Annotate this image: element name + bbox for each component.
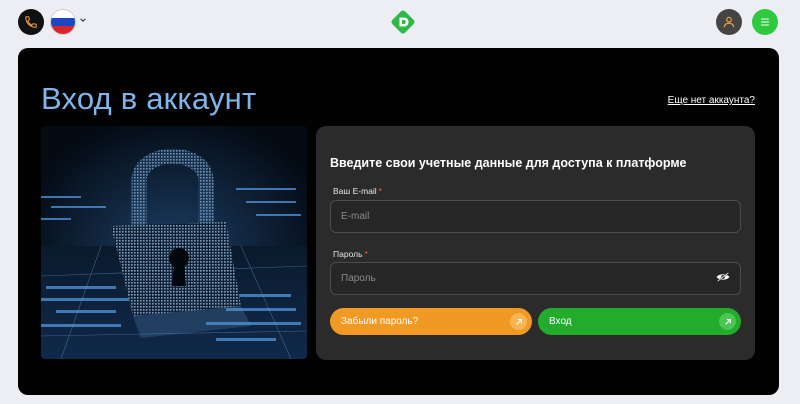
required-marker: *: [378, 186, 382, 196]
forgot-password-button[interactable]: Забыли пароль?: [330, 308, 532, 335]
top-bar: [0, 0, 800, 44]
security-lock-image: [41, 126, 307, 359]
flag-ru-icon: [51, 10, 75, 34]
arrow-up-right-icon: [510, 313, 527, 330]
form-heading: Введите свои учетные данные для доступа …: [330, 156, 687, 170]
user-button[interactable]: [716, 9, 742, 35]
user-icon: [723, 16, 735, 28]
menu-button[interactable]: [752, 9, 778, 35]
d-logo-icon[interactable]: [390, 9, 416, 35]
email-input[interactable]: [330, 200, 741, 233]
required-marker: *: [364, 249, 368, 259]
email-label: Ваш E-mail *: [333, 186, 382, 196]
arrow-up-right-icon: [719, 313, 736, 330]
login-form: Введите свои учетные данные для доступа …: [316, 126, 755, 360]
menu-icon: [760, 18, 770, 26]
password-label: Пароль *: [333, 249, 368, 259]
forgot-password-label: Забыли пароль?: [341, 316, 419, 327]
signup-link[interactable]: Еще нет аккаунта?: [668, 95, 755, 106]
login-card: Вход в аккаунт Еще нет аккаунта? Введите…: [18, 48, 779, 395]
eye-hidden-icon[interactable]: [716, 272, 730, 282]
phone-icon: [25, 16, 37, 28]
login-button[interactable]: Вход: [538, 308, 741, 335]
login-label: Вход: [549, 316, 572, 327]
language-selector[interactable]: [50, 9, 76, 35]
chevron-down-icon[interactable]: [79, 16, 87, 24]
page-title: Вход в аккаунт: [41, 81, 257, 116]
phone-button[interactable]: [18, 9, 44, 35]
password-input[interactable]: [330, 262, 741, 295]
